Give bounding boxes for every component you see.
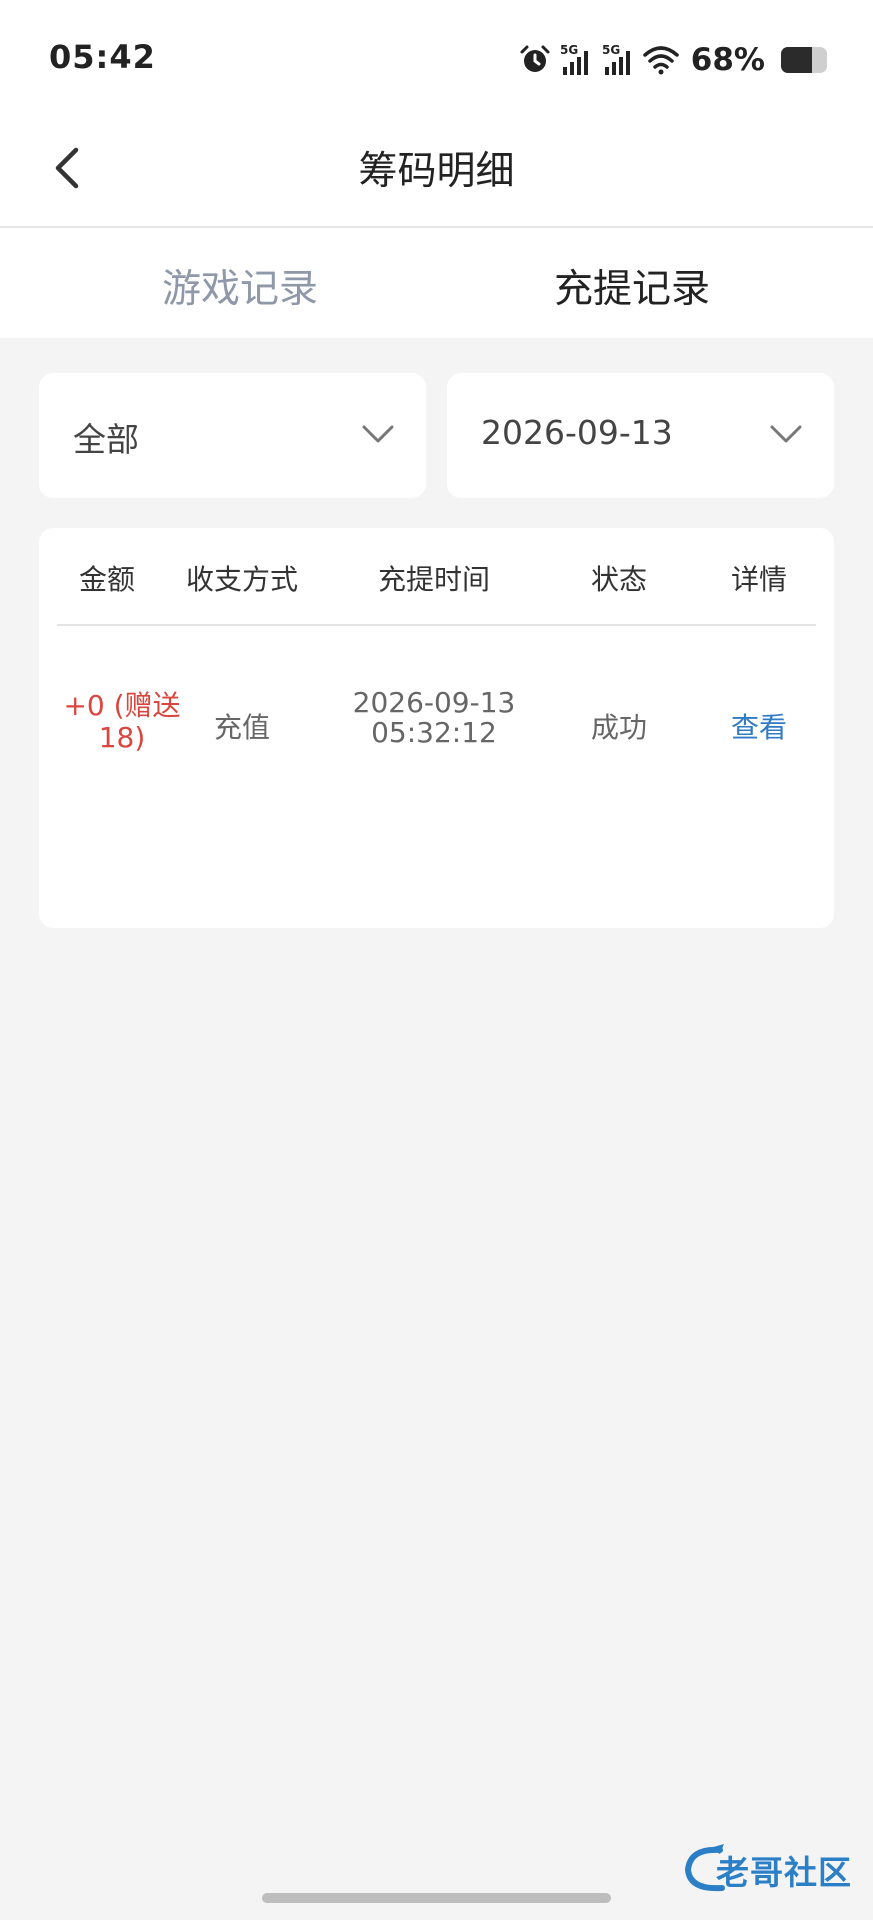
status-icons: 5G 5G 68% — [519, 40, 827, 80]
column-header-method: 收支方式 — [185, 563, 298, 596]
row-clock-time: 05:32:12 — [371, 716, 497, 749]
row-detail-link[interactable]: 查看 — [699, 706, 819, 746]
signal-5g-icon: 5G — [602, 43, 630, 75]
battery-level-fill — [781, 47, 813, 73]
table-row: +0 (赠送 18) 充值 2026-09-13 05:32:12 成功 查看 — [39, 626, 834, 766]
nav-bar: 筹码明细 — [0, 110, 873, 226]
status-bar: 05:42 5G 5G 68% — [0, 0, 873, 110]
records-table: 金额 收支方式 充提时间 状态 详情 +0 (赠送 18) 充值 2026-09… — [39, 528, 834, 928]
network-5g-label-2: 5G — [602, 43, 620, 57]
wifi-icon — [643, 46, 679, 75]
signal-5g-icon: 5G — [560, 43, 588, 75]
type-filter-value: 全部 — [73, 420, 139, 459]
page-title: 筹码明细 — [358, 149, 515, 194]
chevron-down-icon — [770, 425, 802, 443]
battery-percent: 68% — [690, 42, 765, 78]
tab-recharge-records[interactable]: 充提记录 — [482, 258, 782, 314]
row-amount: +0 (赠送 18) — [57, 690, 187, 754]
chevron-down-icon — [362, 425, 394, 443]
row-amount-line1: +0 (赠送 — [63, 689, 181, 722]
watermark-text: 老哥社区 — [716, 1853, 852, 1892]
column-header-amount: 金额 — [78, 563, 135, 596]
type-filter-dropdown[interactable]: 全部 — [39, 373, 426, 498]
watermark-logo: 老哥社区 — [680, 1842, 860, 1896]
status-time: 05:42 — [49, 38, 156, 76]
alarm-icon — [520, 45, 550, 72]
home-indicator[interactable] — [262, 1893, 611, 1903]
date-filter-dropdown[interactable]: 2026-09-13 — [447, 373, 834, 498]
column-header-time: 充提时间 — [377, 563, 490, 596]
column-header-status: 状态 — [590, 563, 647, 596]
battery-icon — [781, 47, 827, 73]
network-5g-label-1: 5G — [560, 43, 578, 57]
row-status: 成功 — [590, 711, 647, 744]
tab-bar: 游戏记录 充提记录 — [0, 228, 873, 338]
tab-game-records[interactable]: 游戏记录 — [90, 258, 390, 314]
row-method: 充值 — [213, 711, 270, 744]
column-header-detail: 详情 — [730, 563, 787, 596]
date-filter-value: 2026-09-13 — [481, 413, 673, 452]
row-amount-line2: 18) — [98, 721, 146, 754]
row-date: 2026-09-13 — [352, 686, 516, 719]
row-time: 2026-09-13 05:32:12 — [329, 688, 539, 748]
